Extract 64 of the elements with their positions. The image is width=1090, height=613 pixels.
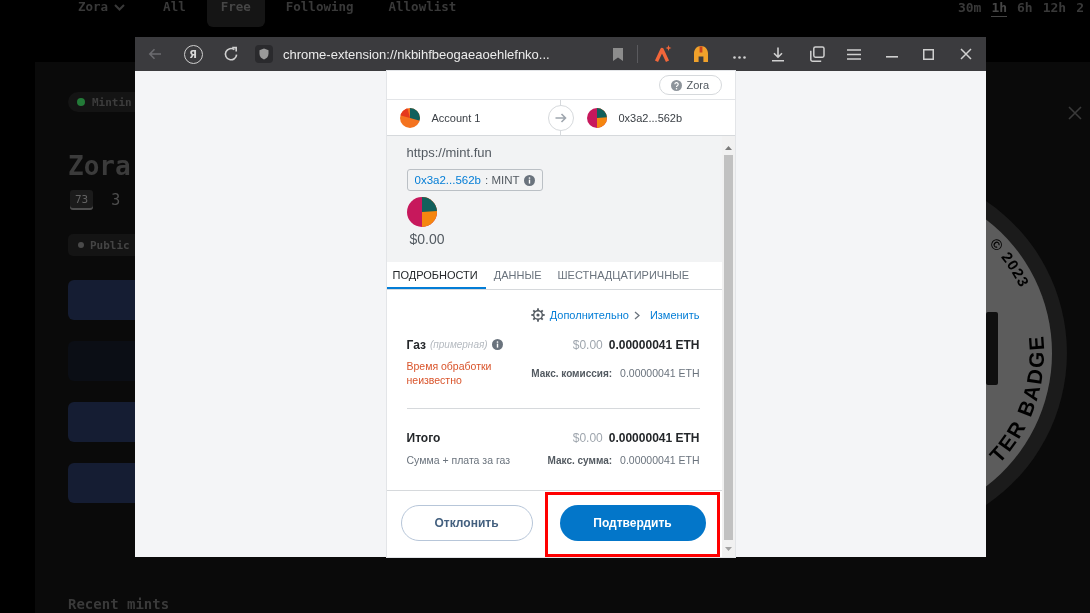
maximize-icon[interactable] (923, 48, 934, 60)
filter-tab[interactable]: Allowlist (374, 0, 471, 27)
total-label: Итого (406, 430, 441, 445)
contract-address-link[interactable]: 0x3a2...562b (414, 174, 481, 186)
help-icon (670, 79, 682, 91)
details-tab[interactable]: ДАННЫЕ (485, 262, 550, 289)
info-icon (491, 339, 503, 350)
confirm-button[interactable]: Подтвердить (559, 505, 706, 541)
filter-tab[interactable]: Following (271, 0, 368, 27)
fiat-value: $0.00 (572, 337, 603, 352)
advanced-link[interactable]: Дополнительно (549, 308, 629, 322)
time-range-tab[interactable]: 6h (1017, 0, 1033, 16)
status-dot-icon (77, 98, 85, 106)
recipient-address: 0x3a2...562b (618, 111, 683, 124)
max-fee-label: Макс. комиссия: (531, 367, 613, 379)
max-total-value: 0.00000041 ETH (620, 454, 700, 466)
fiat-value: $0.00 (572, 430, 603, 445)
phase-dot-icon (78, 242, 84, 248)
eth-amount: 0.00000041 ETH (608, 430, 700, 445)
gear-icon[interactable] (530, 308, 545, 322)
time-range-tab[interactable]: 1h (991, 0, 1008, 17)
time-range-tab[interactable]: 12h (1042, 0, 1067, 16)
address-bar[interactable]: chrome-extension://nkbihfbeogaeaoehlefnko... (283, 46, 599, 62)
helmet-icon[interactable] (692, 45, 710, 63)
eth-amount: 0.00000041 ETH (608, 337, 700, 352)
recipient-avatar-icon (586, 107, 607, 128)
info-icon (523, 174, 535, 186)
download-icon[interactable] (769, 46, 786, 62)
chevron-down-icon (114, 3, 126, 11)
network-button[interactable]: Zora (658, 75, 722, 95)
gas-label: Газ (406, 337, 426, 352)
bookmark-icon[interactable] (612, 46, 624, 62)
timing-warning: Время обработки неизвестно (406, 359, 493, 387)
estimate-hint: (примерная) (429, 339, 488, 350)
amount-value: $0.00 (409, 231, 445, 247)
count-tab[interactable]: 73 (70, 190, 94, 210)
site-origin: https://mint.fun (406, 145, 492, 161)
minimize-icon[interactable] (885, 56, 898, 58)
copy-icon[interactable] (808, 46, 825, 62)
max-fee-value: 0.00000041 ETH (620, 367, 700, 379)
filter-tab[interactable]: All (149, 0, 200, 27)
scroll-down-icon (724, 547, 732, 551)
time-range-tab[interactable]: 2 (1076, 0, 1084, 16)
total-note: Сумма + плата за газ (406, 454, 511, 466)
method-label: : MINT (485, 174, 520, 186)
edit-link[interactable]: Изменить (649, 308, 700, 322)
arrow-right-icon (547, 104, 574, 131)
scroll-up-icon (724, 146, 732, 150)
token-avatar-icon (406, 197, 437, 227)
menu-icon[interactable] (847, 48, 861, 60)
reload-icon[interactable] (223, 46, 239, 62)
details-tab[interactable]: ПОДРОБНОСТИ (386, 262, 486, 289)
account-avatar-icon (399, 107, 420, 128)
max-total-label: Макс. сумма: (547, 454, 613, 466)
peak-icon[interactable] (653, 45, 672, 63)
shield-icon[interactable] (255, 45, 273, 63)
account-name: Account 1 (431, 111, 481, 124)
reject-button[interactable]: Отклонить (400, 505, 533, 541)
collection-menu[interactable]: Zora (78, 0, 126, 14)
more-icon[interactable] (732, 55, 746, 59)
details-tab[interactable]: ШЕСТНАДЦАТИРИЧНЫЕ (549, 262, 698, 289)
chevron-right-icon (633, 310, 640, 320)
count-tab[interactable]: 3 (111, 190, 121, 210)
time-range-tab[interactable]: 30m (957, 0, 982, 16)
